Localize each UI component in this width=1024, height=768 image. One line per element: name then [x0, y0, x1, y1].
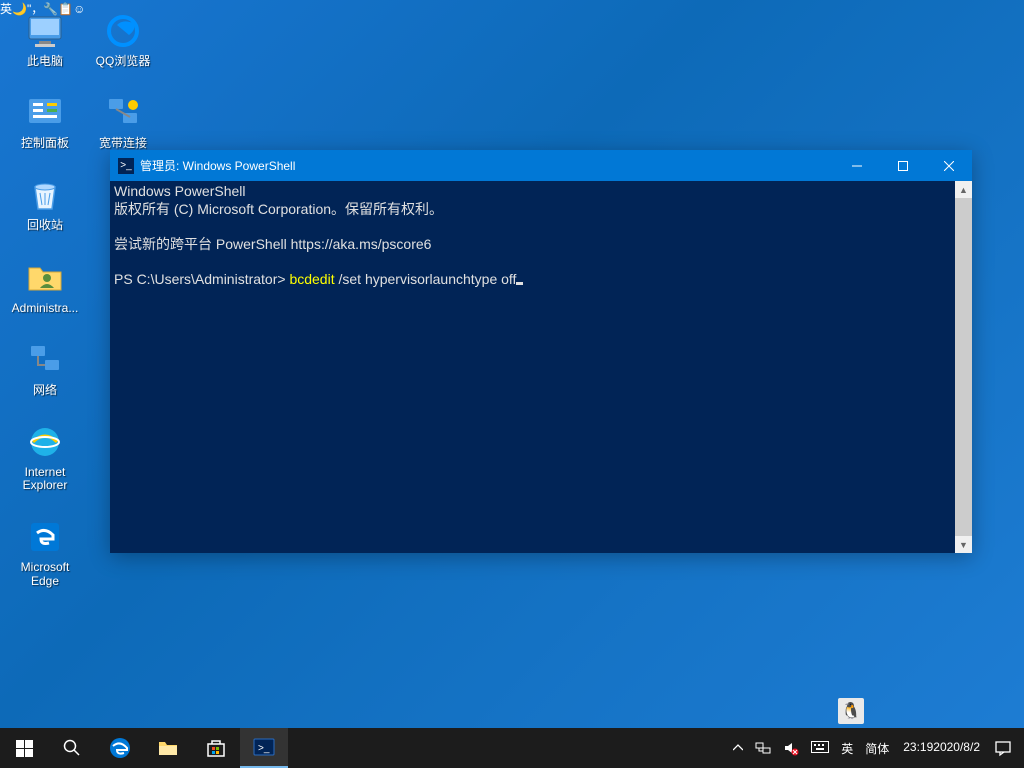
svg-text:>_: >_	[258, 743, 270, 754]
minimize-button[interactable]	[834, 150, 880, 181]
powershell-icon: >_	[118, 158, 134, 174]
term-command: bcdedit	[289, 271, 334, 287]
search-button[interactable]	[48, 728, 96, 768]
desktop-icon-microsoft-edge[interactable]: Microsoft Edge	[10, 516, 80, 587]
icon-label: 网络	[33, 384, 57, 397]
taskbar: >_ 英 简体 23:19 2020/8/2	[0, 728, 1024, 768]
desktop-icon-qq-browser[interactable]: QQ浏览器	[88, 10, 158, 68]
term-line: 版权所有 (C) Microsoft Corporation。保留所有权利。	[114, 201, 443, 217]
icon-label: 控制面板	[21, 137, 69, 150]
broadband-icon	[102, 92, 144, 134]
powershell-window: >_ 管理员: Windows PowerShell Windows Power…	[110, 150, 972, 553]
icon-label: QQ浏览器	[96, 55, 151, 68]
desktop: 此电脑 控制面板 回收站 Administra... 网络 Internet E…	[0, 0, 1024, 768]
network-icon	[24, 339, 66, 381]
tray-action-center[interactable]	[988, 728, 1018, 768]
term-line: 尝试新的跨平台 PowerShell https://aka.ms/pscore…	[114, 236, 431, 252]
tray-ime-keyboard-icon[interactable]	[805, 728, 835, 768]
desktop-icons-col2: QQ浏览器 宽带连接	[88, 10, 158, 150]
tray-network-icon[interactable]	[749, 728, 777, 768]
maximize-button[interactable]	[880, 150, 926, 181]
terminal-scrollbar[interactable]: ▲ ▼	[955, 181, 972, 553]
window-title: 管理员: Windows PowerShell	[140, 157, 834, 174]
desktop-icon-control-panel[interactable]: 控制面板	[10, 92, 80, 150]
terminal-area: Windows PowerShell 版权所有 (C) Microsoft Co…	[110, 181, 972, 553]
desktop-icon-broadband[interactable]: 宽带连接	[88, 92, 158, 150]
terminal-cursor	[516, 282, 523, 285]
taskbar-edge[interactable]	[96, 728, 144, 768]
control-panel-icon	[24, 92, 66, 134]
clock-date: 2020/8/2	[933, 741, 980, 755]
icon-label: 回收站	[27, 219, 63, 232]
ie-icon	[24, 421, 66, 463]
close-button[interactable]	[926, 150, 972, 181]
icon-label: 此电脑	[27, 55, 63, 68]
scroll-down-arrow[interactable]: ▼	[955, 536, 972, 553]
start-button[interactable]	[0, 728, 48, 768]
desktop-icon-internet-explorer[interactable]: Internet Explorer	[10, 421, 80, 492]
tray-ime-lang[interactable]: 英	[835, 728, 859, 768]
desktop-icon-this-pc[interactable]: 此电脑	[10, 10, 80, 68]
scroll-thumb[interactable]	[955, 198, 972, 536]
terminal-content[interactable]: Windows PowerShell 版权所有 (C) Microsoft Co…	[110, 181, 955, 553]
desktop-icons-col1: 此电脑 控制面板 回收站 Administra... 网络 Internet E…	[10, 10, 80, 588]
icon-label: Administra...	[12, 302, 79, 315]
tray-ime-mode[interactable]: 简体	[859, 728, 895, 768]
window-controls	[834, 150, 972, 181]
monitor-icon	[24, 10, 66, 52]
tray-volume-icon[interactable]	[777, 728, 805, 768]
window-titlebar[interactable]: >_ 管理员: Windows PowerShell	[110, 150, 972, 181]
taskbar-file-explorer[interactable]	[144, 728, 192, 768]
tray-clock[interactable]: 23:19 2020/8/2	[895, 728, 988, 768]
scroll-up-arrow[interactable]: ▲	[955, 181, 972, 198]
show-desktop-button[interactable]	[1018, 728, 1024, 768]
system-tray: 英 简体 23:19 2020/8/2	[727, 728, 1024, 768]
recycle-bin-icon	[24, 174, 66, 216]
term-args: /set hypervisorlaunchtype off	[335, 271, 517, 287]
edge-icon	[24, 516, 66, 558]
icon-label: 宽带连接	[99, 137, 147, 150]
desktop-icon-admin-folder[interactable]: Administra...	[10, 257, 80, 315]
term-prompt: PS C:\Users\Administrator>	[114, 271, 289, 287]
desktop-icon-recycle-bin[interactable]: 回收站	[10, 174, 80, 232]
qq-browser-icon	[102, 10, 144, 52]
icon-label: Internet Explorer	[10, 466, 80, 492]
taskbar-store[interactable]	[192, 728, 240, 768]
qq-penguin-widget[interactable]: 🐧	[838, 698, 864, 724]
clock-time: 23:19	[903, 741, 933, 755]
icon-label: Microsoft Edge	[10, 561, 80, 587]
term-line: Windows PowerShell	[114, 183, 246, 199]
tray-show-hidden[interactable]	[727, 728, 749, 768]
desktop-icon-network[interactable]: 网络	[10, 339, 80, 397]
user-folder-icon	[24, 257, 66, 299]
taskbar-powershell[interactable]: >_	[240, 728, 288, 768]
